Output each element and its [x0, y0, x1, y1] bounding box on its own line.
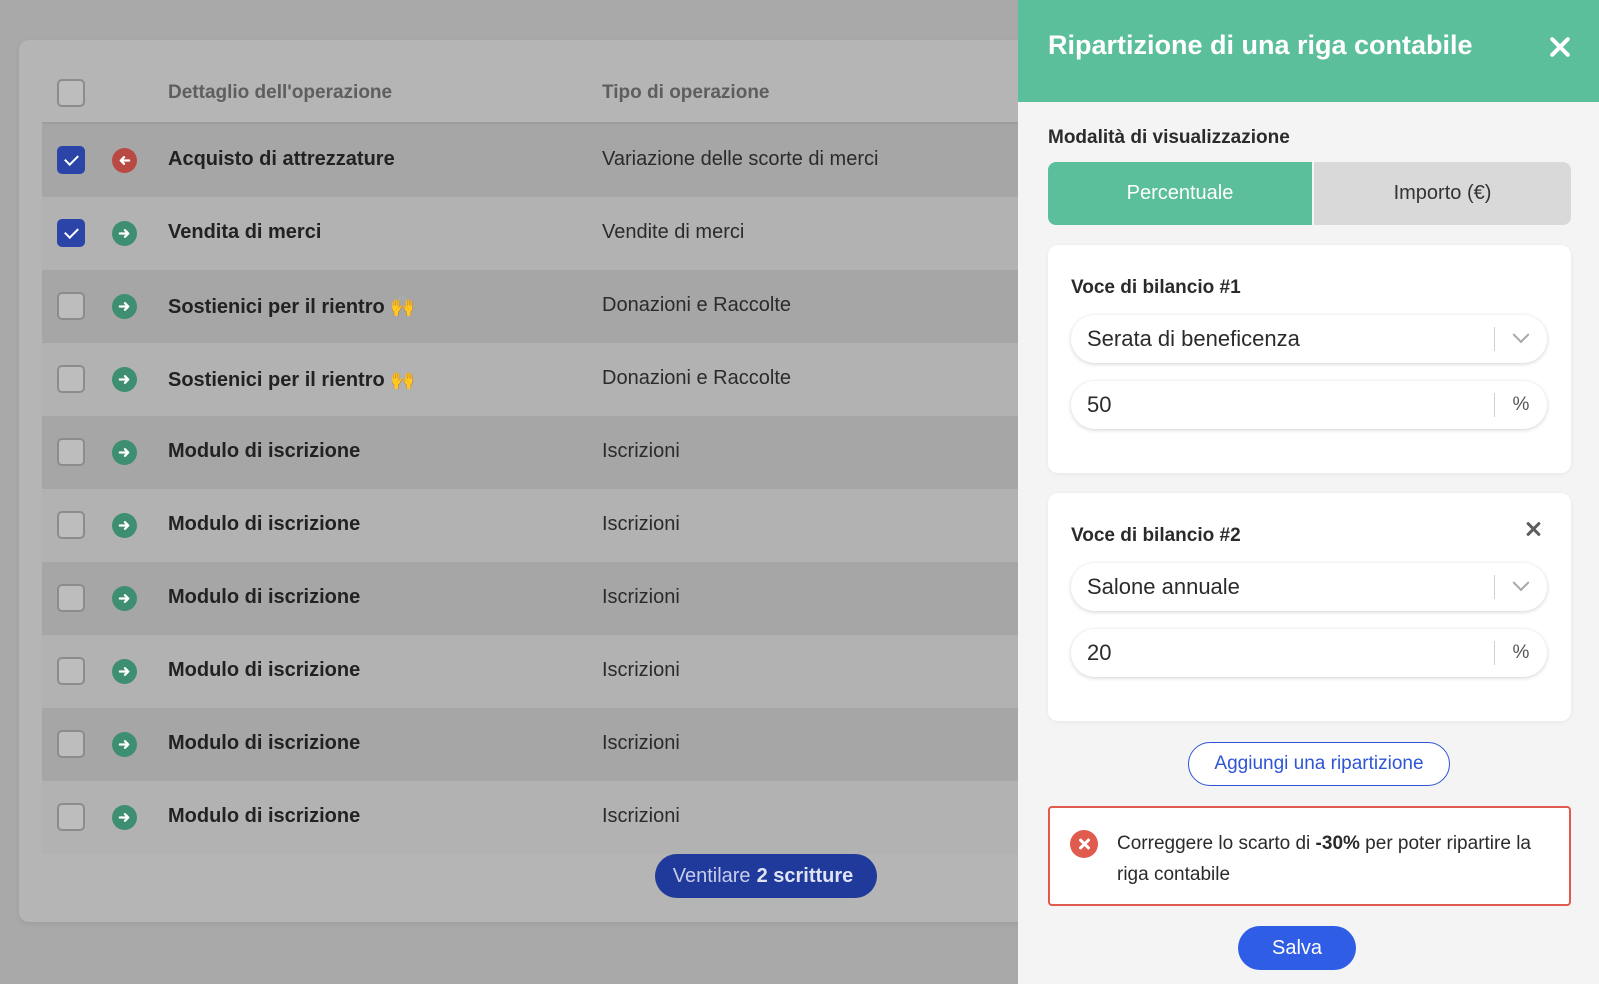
table-row[interactable]: Modulo di iscrizione Iscrizioni: [42, 781, 1042, 854]
arrow-left-icon: [112, 148, 137, 173]
operation-detail: Modulo di iscrizione: [168, 732, 361, 754]
chevron-down-icon[interactable]: [1495, 574, 1547, 593]
operation-type: Iscrizioni: [602, 659, 680, 681]
table-body: Acquisto di attrezzature Variazione delle…: [42, 124, 1042, 854]
row-checkbox[interactable]: [57, 438, 85, 466]
operation-detail: Vendita di merci: [168, 221, 322, 243]
row-checkbox[interactable]: [57, 730, 85, 758]
table-header: Dettaglio dell'operazione Tipo di operaz…: [42, 62, 1042, 124]
save-button[interactable]: Salva: [1238, 926, 1356, 970]
operation-detail: Acquisto di attrezzature: [168, 148, 395, 170]
column-header-type: Tipo di operazione: [602, 82, 770, 103]
budget-entry-card-2: Voce di bilancio #2 Salone annuale 20 %: [1048, 493, 1571, 721]
operation-detail: Sostienici per il rientro 🙌: [168, 369, 416, 391]
budget-item-select[interactable]: Salone annuale: [1071, 563, 1547, 611]
operation-type: Iscrizioni: [602, 586, 680, 608]
error-alert: Correggere lo scarto di -30% per poter r…: [1048, 806, 1571, 906]
budget-item-select[interactable]: Serata di beneficenza: [1071, 315, 1547, 363]
budget-item-value: Serata di beneficenza: [1087, 326, 1300, 351]
table-row[interactable]: Modulo di iscrizione Iscrizioni: [42, 635, 1042, 708]
row-checkbox[interactable]: [57, 146, 85, 174]
percentage-value[interactable]: 20: [1071, 640, 1494, 666]
panel-header: Ripartizione di una riga contabile: [1018, 0, 1599, 102]
arrow-right-icon: [112, 440, 137, 465]
add-split-button[interactable]: Aggiungi una ripartizione: [1188, 742, 1450, 786]
operation-detail: Modulo di iscrizione: [168, 513, 361, 535]
column-header-detail: Dettaglio dell'operazione: [168, 82, 393, 103]
arrow-right-icon: [112, 659, 137, 684]
display-mode-label: Modalità di visualizzazione: [1048, 127, 1290, 148]
select-all-checkbox[interactable]: [57, 79, 85, 107]
arrow-right-icon: [112, 732, 137, 757]
row-checkbox[interactable]: [57, 292, 85, 320]
percentage-input[interactable]: 20 %: [1071, 629, 1547, 677]
table-row[interactable]: Acquisto di attrezzature Variazione delle…: [42, 124, 1042, 197]
error-icon: [1070, 830, 1098, 858]
row-checkbox[interactable]: [57, 365, 85, 393]
arrow-right-icon: [112, 586, 137, 611]
row-checkbox[interactable]: [57, 803, 85, 831]
operation-detail: Modulo di iscrizione: [168, 805, 361, 827]
percent-unit: %: [1512, 394, 1530, 415]
panel-title: Ripartizione di una riga contabile: [1048, 30, 1473, 60]
operation-type: Donazioni e Raccolte: [602, 294, 791, 316]
row-checkbox[interactable]: [57, 657, 85, 685]
error-message: Correggere lo scarto di -30% per poter r…: [1117, 833, 1531, 885]
operation-type: Donazioni e Raccolte: [602, 367, 791, 389]
display-mode-toggle: Percentuale Importo (€): [1048, 162, 1571, 225]
row-checkbox[interactable]: [57, 584, 85, 612]
table-row[interactable]: Modulo di iscrizione Iscrizioni: [42, 489, 1042, 562]
ventilate-button[interactable]: Ventilare 2 scritture: [655, 854, 877, 898]
arrow-right-icon: [112, 805, 137, 830]
operation-detail: Modulo di iscrizione: [168, 659, 361, 681]
split-entry-panel: Ripartizione di una riga contabile Modal…: [1018, 0, 1599, 984]
budget-entry-title: Voce di bilancio #1: [1071, 277, 1241, 298]
tab-amount[interactable]: Importo (€): [1312, 162, 1571, 225]
row-checkbox[interactable]: [57, 219, 85, 247]
arrow-right-icon: [112, 367, 137, 392]
budget-entry-title: Voce di bilancio #2: [1071, 525, 1241, 546]
table-row[interactable]: Sostienici per il rientro 🙌 Donazioni e R…: [42, 270, 1042, 343]
operation-detail: Sostienici per il rientro 🙌: [168, 296, 416, 318]
tab-percentage[interactable]: Percentuale: [1048, 162, 1312, 225]
table-row[interactable]: Modulo di iscrizione Iscrizioni: [42, 416, 1042, 489]
table-row[interactable]: Sostienici per il rientro 🙌 Donazioni e R…: [42, 343, 1042, 416]
arrow-right-icon: [112, 513, 137, 538]
operation-type: Vendite di merci: [602, 221, 745, 243]
operation-detail: Modulo di iscrizione: [168, 586, 361, 608]
chevron-down-icon[interactable]: [1495, 326, 1547, 345]
table-row[interactable]: Vendita di merci Vendite di merci: [42, 197, 1042, 270]
percentage-value[interactable]: 50: [1071, 392, 1494, 418]
operation-type: Iscrizioni: [602, 513, 680, 535]
table-row[interactable]: Modulo di iscrizione Iscrizioni: [42, 708, 1042, 781]
row-checkbox[interactable]: [57, 511, 85, 539]
remove-entry-icon[interactable]: [1525, 521, 1541, 537]
arrow-right-icon: [112, 294, 137, 319]
table-row[interactable]: Modulo di iscrizione Iscrizioni: [42, 562, 1042, 635]
operation-type: Iscrizioni: [602, 805, 680, 827]
operation-detail: Modulo di iscrizione: [168, 440, 361, 462]
budget-entry-card-1: Voce di bilancio #1 Serata di beneficenz…: [1048, 245, 1571, 473]
close-icon[interactable]: [1549, 36, 1571, 58]
percent-unit: %: [1512, 642, 1530, 663]
operation-type: Iscrizioni: [602, 440, 680, 462]
percentage-input[interactable]: 50 %: [1071, 381, 1547, 429]
operation-type: Variazione delle scorte di merci: [602, 148, 879, 170]
arrow-right-icon: [112, 221, 137, 246]
operation-type: Iscrizioni: [602, 732, 680, 754]
budget-item-value: Salone annuale: [1087, 574, 1240, 599]
